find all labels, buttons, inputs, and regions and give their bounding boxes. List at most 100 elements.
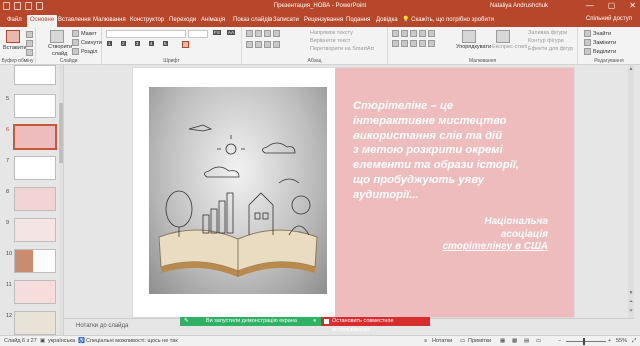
- comments-icon[interactable]: ▭: [460, 338, 465, 344]
- spellcheck-icon[interactable]: ▣: [40, 338, 45, 344]
- language-indicator[interactable]: українська: [48, 338, 75, 344]
- zoom-slider[interactable]: [566, 341, 606, 342]
- quick-styles-icon[interactable]: [496, 30, 512, 43]
- tab-design[interactable]: Конструктор: [127, 15, 167, 27]
- thumbnail-image[interactable]: [14, 187, 56, 211]
- underline-button[interactable]: 3: [134, 41, 141, 47]
- tab-transitions[interactable]: Переходи: [166, 15, 199, 27]
- scroll-down-icon[interactable]: ▼: [628, 290, 634, 296]
- thumbnails-scroll-handle[interactable]: [59, 103, 63, 163]
- replace-button[interactable]: Замінити: [584, 39, 616, 46]
- share-button[interactable]: Спільний доступ: [586, 16, 632, 22]
- tab-slideshow[interactable]: Показ слайдів: [230, 15, 275, 27]
- zoom-out-icon[interactable]: −: [558, 338, 561, 344]
- accessibility-icon[interactable]: ♿: [78, 338, 85, 344]
- select-button[interactable]: Виділити: [584, 48, 616, 55]
- arrange-icon[interactable]: [462, 30, 478, 43]
- tell-me-search[interactable]: 💡 Скажіть, що потрібно зробити: [402, 16, 494, 23]
- thumbnail-image[interactable]: [14, 311, 56, 335]
- notes-icon[interactable]: ≡: [424, 338, 427, 344]
- align-icons[interactable]: [246, 41, 282, 48]
- maximize-icon[interactable]: ▢: [608, 1, 616, 10]
- previous-slide-icon[interactable]: ⏶: [628, 299, 634, 305]
- user-name[interactable]: Nataliya Andrushchuk: [490, 3, 548, 9]
- find-button[interactable]: Знайти: [584, 30, 611, 37]
- thumbnail-image[interactable]: [14, 280, 56, 304]
- accessibility-status[interactable]: Спеціальні можливості: щось не так: [86, 338, 178, 344]
- zoom-level[interactable]: 55%: [616, 338, 627, 344]
- new-slide-icon[interactable]: [50, 30, 66, 43]
- comments-toggle[interactable]: Примітки: [468, 338, 491, 344]
- reading-view-icon[interactable]: ▤: [524, 338, 529, 344]
- font-color-icon[interactable]: [182, 41, 191, 48]
- tab-animations[interactable]: Анімація: [198, 15, 228, 27]
- tab-file[interactable]: Файл: [4, 15, 25, 27]
- tab-insert[interactable]: Вставлення: [55, 15, 94, 27]
- text-direction-button[interactable]: Напрямок тексту: [310, 30, 353, 36]
- slide-sorter-icon[interactable]: ▩: [512, 338, 517, 344]
- slide-scrollbar[interactable]: ▲ ▼ ⏶ ⏷: [628, 65, 634, 318]
- pen-icon[interactable]: ✎: [184, 317, 189, 326]
- shape-effects-button[interactable]: Ефекти для фігур: [528, 46, 573, 52]
- grow-font-keytip[interactable]: AA: [226, 30, 236, 36]
- paste-button[interactable]: Вставити: [3, 45, 27, 51]
- shape-outline-button[interactable]: Контур фігури: [528, 38, 564, 44]
- slide-picture[interactable]: [149, 87, 327, 294]
- section-button[interactable]: Розділ: [72, 48, 97, 55]
- quote-text[interactable]: Сторітелінг – це інтерактивне мистецтво …: [353, 99, 568, 203]
- notes-toggle[interactable]: Нотатки: [432, 338, 452, 344]
- zoom-in-icon[interactable]: +: [608, 338, 611, 344]
- shape-fill-button[interactable]: Заливка фігури: [528, 30, 567, 36]
- notes-placeholder[interactable]: Нотатки до слайда: [76, 323, 128, 329]
- thumbnail-image[interactable]: [14, 65, 56, 85]
- bold-button[interactable]: 1: [106, 41, 113, 47]
- smartart-button[interactable]: Перетворити на SmartArt: [310, 46, 374, 52]
- tab-view[interactable]: Подання: [343, 15, 373, 27]
- layout-button[interactable]: Макет: [72, 30, 97, 37]
- pause-icon[interactable]: ⏸: [313, 317, 316, 326]
- thumbnails-scrollbar[interactable]: [59, 65, 63, 335]
- quote-source[interactable]: Національна асоціація сторітелінгу в США: [442, 216, 548, 254]
- zoom-slider-thumb[interactable]: [583, 338, 585, 345]
- thumbnail-image-selected[interactable]: [14, 125, 56, 149]
- next-slide-icon[interactable]: ⏷: [628, 308, 634, 314]
- copy-icon[interactable]: [26, 40, 35, 47]
- format-painter-icon[interactable]: [26, 49, 35, 56]
- align-text-button[interactable]: Вирівняти текст: [310, 38, 350, 44]
- font-name-field[interactable]: [106, 30, 186, 38]
- lightbulb-icon: 💡: [402, 17, 410, 23]
- stop-sharing-button[interactable]: Остановить совместное использование: [321, 317, 430, 333]
- thumbnail-image[interactable]: [14, 94, 56, 118]
- scroll-up-icon[interactable]: ▲: [628, 66, 634, 72]
- reset-button[interactable]: Скинути: [72, 39, 102, 46]
- bullets-icon[interactable]: [246, 30, 282, 37]
- italic-button[interactable]: 2: [120, 41, 127, 47]
- tab-record[interactable]: Записати: [270, 15, 302, 27]
- slideshow-view-icon[interactable]: ▭: [536, 338, 541, 344]
- quick-styles-button[interactable]: Експрес-стилі: [492, 44, 527, 50]
- fit-slide-icon[interactable]: ⤢: [632, 338, 636, 345]
- thumbnail-image[interactable]: [14, 218, 56, 242]
- arrange-button[interactable]: Упорядкувати: [456, 44, 491, 50]
- thumbnail-image[interactable]: [14, 156, 56, 180]
- current-slide[interactable]: Сторітелінг – це інтерактивне мистецтво …: [133, 68, 574, 317]
- close-icon[interactable]: ✕: [629, 1, 636, 10]
- shapes-gallery-row2[interactable]: [392, 40, 437, 47]
- normal-view-icon[interactable]: ▦: [500, 338, 505, 344]
- cut-icon[interactable]: [26, 31, 35, 38]
- tab-draw[interactable]: Малювання: [90, 15, 129, 27]
- source-link[interactable]: сторітелінгу в США: [442, 241, 548, 254]
- shadow-button[interactable]: 4: [148, 41, 155, 47]
- quote-panel[interactable]: Сторітелінг – це інтерактивне мистецтво …: [335, 68, 574, 317]
- strikethrough-button[interactable]: 5: [162, 41, 169, 47]
- font-size-field[interactable]: [188, 30, 208, 38]
- tab-help[interactable]: Довідка: [373, 15, 401, 27]
- new-slide-button[interactable]: Створити: [48, 44, 72, 50]
- slide-thumbnails-pane[interactable]: 5 6 7 8 9 10 11 12: [0, 65, 64, 335]
- shapes-gallery[interactable]: [392, 30, 437, 37]
- minimize-icon[interactable]: —: [586, 1, 594, 10]
- paste-icon[interactable]: [6, 30, 22, 43]
- tab-home[interactable]: Основне: [27, 15, 58, 27]
- thumbnail-image[interactable]: [14, 249, 56, 273]
- tab-review[interactable]: Рецензування: [301, 15, 346, 27]
